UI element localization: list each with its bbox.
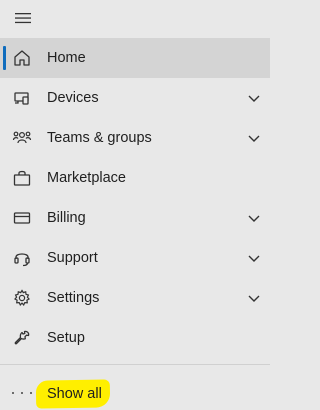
divider xyxy=(0,364,270,365)
chevron-down-icon xyxy=(246,90,262,106)
chevron-down-icon xyxy=(246,290,262,306)
nav-item-marketplace[interactable]: Marketplace xyxy=(0,158,270,198)
nav-item-label: Settings xyxy=(47,290,100,306)
nav-item-teams-groups[interactable]: Teams & groups xyxy=(0,118,270,158)
nav-item-billing[interactable]: Billing xyxy=(0,198,270,238)
show-all-button[interactable]: Show all xyxy=(0,374,270,410)
wrench-icon xyxy=(12,328,32,348)
chevron-down-icon xyxy=(246,250,262,266)
credit-card-icon xyxy=(12,208,32,228)
devices-icon xyxy=(12,88,32,108)
chevron-down-icon xyxy=(246,210,262,226)
nav-item-settings[interactable]: Settings xyxy=(0,278,270,318)
hamburger-icon xyxy=(15,13,31,24)
chevron-down-icon xyxy=(246,130,262,146)
more-horizontal-icon xyxy=(12,390,32,396)
nav-item-support[interactable]: Support xyxy=(0,238,270,278)
nav-item-label: Support xyxy=(47,250,98,266)
nav-item-label: Setup xyxy=(47,330,85,346)
nav-item-label: Home xyxy=(47,50,86,66)
nav-item-label: Teams & groups xyxy=(47,130,152,146)
hamburger-menu-button[interactable] xyxy=(8,4,38,32)
left-navigation: Home Devices Teams & groups Marketplace … xyxy=(0,0,270,410)
nav-item-label: Devices xyxy=(47,90,99,106)
teams-groups-icon xyxy=(12,128,32,148)
show-all-label: Show all xyxy=(47,386,102,402)
nav-item-label: Billing xyxy=(47,210,86,226)
home-icon xyxy=(12,48,32,68)
nav-item-setup[interactable]: Setup xyxy=(0,318,270,358)
nav-item-label: Marketplace xyxy=(47,170,126,186)
nav-item-home[interactable]: Home xyxy=(0,38,270,78)
headset-icon xyxy=(12,248,32,268)
nav-item-devices[interactable]: Devices xyxy=(0,78,270,118)
shopping-bag-icon xyxy=(12,168,32,188)
gear-icon xyxy=(12,288,32,308)
